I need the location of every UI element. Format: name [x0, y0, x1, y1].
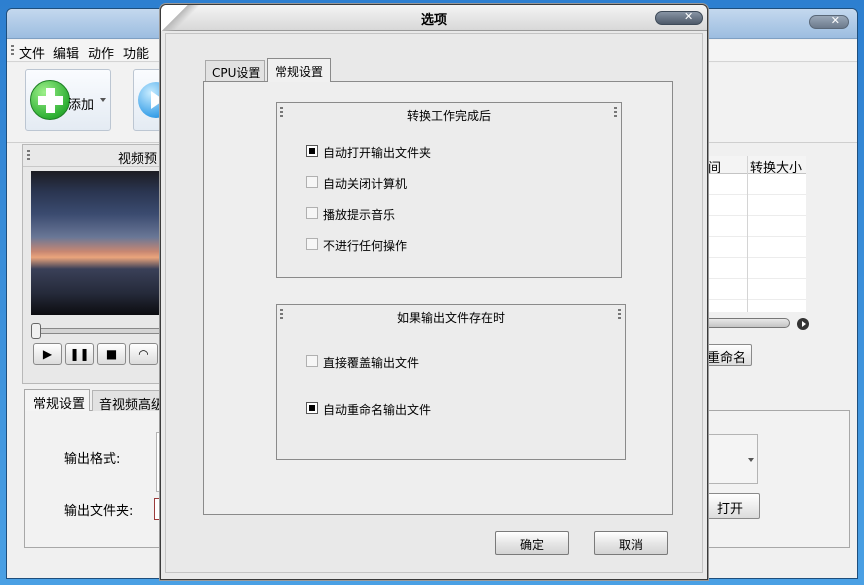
- column-divider: [747, 156, 748, 312]
- chevron-down-icon: [748, 458, 754, 462]
- option-label: 自动重命名输出文件: [323, 403, 432, 417]
- checkbox[interactable]: [306, 402, 318, 414]
- add-button[interactable]: 添加: [25, 69, 111, 131]
- checkbox[interactable]: [306, 176, 318, 188]
- headphones-icon: ◠: [138, 347, 149, 361]
- video-preview-image: [31, 171, 171, 315]
- ok-button[interactable]: 确定: [495, 531, 569, 555]
- option-label: 自动关闭计算机: [323, 177, 408, 191]
- options-dialog: 选项 ✕ CPU设置 常规设置 转换工作完成后 自动打开输出文件夹 自动关闭计算…: [160, 4, 708, 580]
- output-format-label: 输出格式:: [64, 452, 121, 467]
- play-icon: ▶: [42, 347, 53, 361]
- option-label: 播放提示音乐: [323, 208, 396, 222]
- scroll-right-icon[interactable]: [797, 318, 809, 330]
- checkbox[interactable]: [306, 207, 318, 219]
- output-exists-group: 如果输出文件存在时 直接覆盖输出文件 自动重命名输出文件: [276, 304, 626, 460]
- cancel-button[interactable]: 取消: [594, 531, 668, 555]
- stop-icon: ■: [105, 347, 118, 361]
- checkbox[interactable]: [306, 145, 318, 157]
- seek-bar[interactable]: [33, 328, 173, 334]
- play-button[interactable]: ▶: [33, 343, 62, 365]
- preview-header: 视频预: [23, 145, 171, 167]
- open-folder-button[interactable]: 打开: [700, 493, 760, 519]
- close-icon: ✕: [830, 14, 840, 27]
- file-list[interactable]: [700, 174, 806, 312]
- volume-button[interactable]: ◠: [129, 343, 158, 365]
- menu-file[interactable]: 文件: [19, 43, 45, 62]
- checkbox[interactable]: [306, 238, 318, 250]
- stop-button[interactable]: ■: [97, 343, 126, 365]
- menu-action[interactable]: 动作: [88, 43, 114, 62]
- after-conversion-group: 转换工作完成后 自动打开输出文件夹 自动关闭计算机 播放提示音乐 不进行任何操作: [276, 102, 622, 278]
- dialog-close-button[interactable]: ✕: [655, 10, 703, 25]
- preview-grip: [27, 150, 30, 162]
- main-tab-general[interactable]: 常规设置: [24, 389, 90, 412]
- group-title: 转换工作完成后: [406, 109, 491, 123]
- group-title: 如果输出文件存在时: [396, 311, 505, 325]
- tab-content-panel: 转换工作完成后 自动打开输出文件夹 自动关闭计算机 播放提示音乐 不进行任何操作: [203, 81, 673, 515]
- tab-cpu-settings[interactable]: CPU设置: [205, 60, 265, 81]
- option-label: 直接覆盖输出文件: [323, 356, 420, 370]
- output-folder-label: 输出文件夹:: [64, 504, 134, 519]
- checkbox[interactable]: [306, 355, 318, 367]
- menu-function[interactable]: 功能: [123, 43, 149, 62]
- chevron-down-icon[interactable]: [100, 98, 106, 102]
- seek-thumb[interactable]: [31, 323, 41, 339]
- pause-icon: ❚❚: [69, 347, 90, 361]
- option-label: 不进行任何操作: [323, 239, 408, 253]
- main-close-button[interactable]: ✕: [809, 14, 849, 29]
- dialog-titlebar[interactable]: 选项 ✕: [161, 5, 707, 31]
- tab-general-settings[interactable]: 常规设置: [267, 58, 331, 82]
- menu-edit[interactable]: 编辑: [53, 43, 79, 62]
- close-icon: ✕: [684, 10, 694, 23]
- file-list-scrollbar[interactable]: [700, 318, 790, 328]
- dialog-title: 选项: [420, 13, 447, 28]
- preview-panel: 视频预 ▶ ❚❚ ■ ◠: [22, 144, 173, 384]
- option-label: 自动打开输出文件夹: [323, 146, 432, 160]
- file-list-header: 间 转换大小: [700, 156, 806, 176]
- add-label: 添加: [68, 98, 95, 113]
- add-icon: [30, 80, 70, 120]
- preview-title: 视频预: [118, 152, 158, 167]
- pause-button[interactable]: ❚❚: [65, 343, 94, 365]
- menubar-grip: [11, 45, 14, 57]
